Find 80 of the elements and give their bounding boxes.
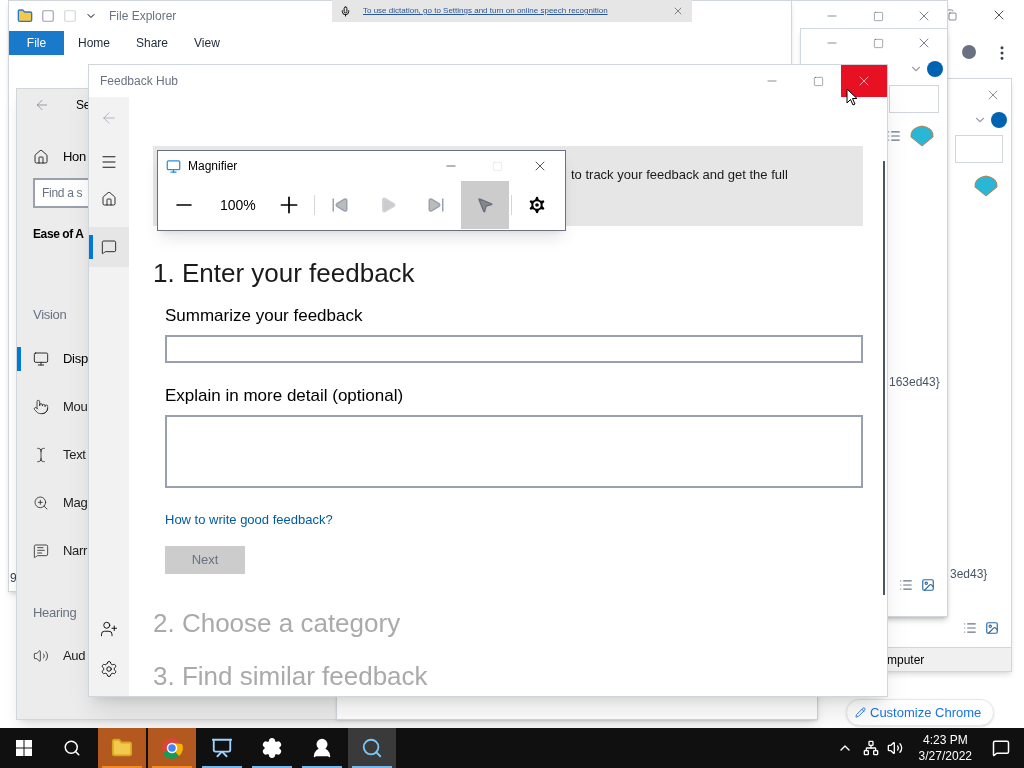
ribbon-tab[interactable]: File [9, 31, 64, 55]
previous-icon[interactable] [330, 196, 349, 214]
nav-item[interactable]: Text [17, 430, 87, 479]
clock[interactable]: 4:23 PM 3/27/2022 [918, 732, 972, 764]
group-label: Vision [33, 306, 67, 324]
profile-icon[interactable] [962, 45, 976, 59]
home-icon[interactable] [33, 149, 49, 165]
maximize-icon[interactable] [813, 75, 824, 87]
menu-icon[interactable] [100, 153, 118, 171]
restore-icon[interactable] [945, 9, 957, 21]
taskbar-magnifier-icon[interactable] [348, 728, 396, 768]
close-button[interactable] [841, 65, 887, 97]
nav-item[interactable]: Disp [17, 334, 89, 383]
add-user-icon[interactable] [100, 620, 118, 638]
mouse-cursor-icon [846, 88, 858, 106]
feedback-nav-button[interactable] [89, 227, 129, 267]
speech-bubble-icon [33, 542, 49, 559]
folder-text: 3ed43} [950, 566, 989, 583]
microphone-icon [340, 5, 351, 17]
speech-bubble-icon [101, 239, 117, 255]
section-title: 3. Find similar feedback [153, 660, 428, 693]
help-icon[interactable] [991, 112, 1007, 128]
folder-text: 163ed43} [889, 374, 941, 391]
nav-item[interactable]: Mou [17, 382, 89, 431]
summary-input-field[interactable] [165, 334, 863, 364]
magnifier-icon [166, 158, 181, 174]
shell-icon [909, 125, 935, 147]
maximize-icon[interactable] [873, 10, 884, 22]
window-title: Magnifier [188, 158, 238, 175]
zoom-level: 100% [220, 195, 256, 215]
field-label: Explain in more detail (optional) [165, 385, 404, 408]
help-link[interactable]: How to write good feedback? [165, 510, 333, 530]
window-title: Feedback Hub [100, 73, 179, 90]
nav-item[interactable]: Mag [17, 478, 89, 527]
details-view-icon[interactable] [899, 578, 913, 592]
shell-icon [973, 175, 999, 197]
thumbnail-view-icon[interactable] [921, 578, 935, 592]
search-field[interactable] [889, 85, 939, 113]
ribbon-tab[interactable]: Share [122, 31, 180, 55]
nav-item[interactable]: Aud [17, 632, 87, 680]
search-field[interactable] [955, 135, 1003, 163]
ribbon-tab[interactable]: Home [64, 31, 122, 55]
section-heading: Ease of A [33, 226, 84, 243]
details-view-icon[interactable] [963, 621, 977, 635]
thumbnail-view-icon[interactable] [985, 621, 999, 635]
home-icon [101, 191, 117, 207]
pointer-icon [475, 196, 494, 214]
view-icon[interactable] [887, 129, 901, 143]
back-icon[interactable] [34, 97, 50, 113]
folder-icon [17, 8, 33, 24]
status-text: 9 [9, 570, 17, 587]
monitor-icon [33, 350, 49, 367]
search-field[interactable]: Find a s [33, 178, 88, 208]
speaker-icon [33, 648, 49, 664]
section-title: 1. Enter your feedback [153, 257, 415, 291]
window-title: File Explorer [109, 8, 177, 25]
zoom-icon [33, 494, 49, 511]
pencil-icon [855, 707, 866, 718]
group-label: Hearing [33, 603, 77, 622]
field-label: Summarize your feedback [165, 305, 363, 328]
network-icon[interactable] [862, 740, 879, 756]
maximize-icon[interactable] [873, 37, 884, 49]
section-title: 2. Choose a category [153, 607, 401, 640]
volume-icon[interactable] [886, 740, 903, 756]
properties-icon[interactable] [41, 9, 55, 23]
nav-item[interactable]: Narr [17, 526, 89, 575]
search-icon [63, 739, 81, 757]
notifications-icon[interactable] [992, 739, 1010, 757]
help-icon[interactable] [927, 61, 943, 77]
home-link[interactable]: Hon [63, 147, 86, 167]
read-from-pointer-button[interactable] [460, 181, 509, 229]
settings-icon[interactable] [100, 660, 118, 678]
hand-pointer-icon [33, 398, 49, 415]
windows-logo-icon [16, 740, 32, 756]
dictation-link[interactable]: To use dictation, go to Settings and turn on online speech recognition [363, 5, 608, 17]
info-banner: to track your feedback and get the full [563, 146, 863, 227]
ribbon-tab[interactable]: View [180, 31, 238, 55]
customize-chrome-button[interactable]: Customize Chrome [846, 699, 995, 726]
detail-input-field[interactable] [165, 414, 863, 489]
skip-forward-icon[interactable] [426, 196, 445, 214]
